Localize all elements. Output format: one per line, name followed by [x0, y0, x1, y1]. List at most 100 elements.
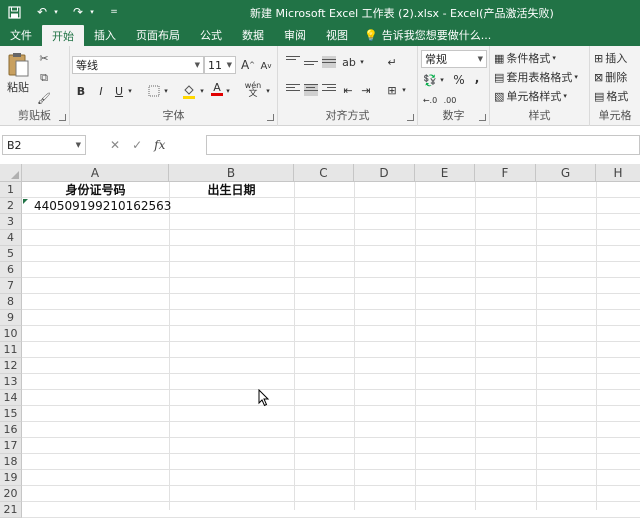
- font-name-dropdown[interactable]: 等线 ▼: [72, 56, 204, 74]
- row-header[interactable]: 4: [0, 230, 22, 246]
- comma-button[interactable]: ,: [470, 70, 484, 86]
- cell-a2[interactable]: 440509199210162563: [34, 198, 171, 214]
- column-header-b[interactable]: B: [169, 164, 294, 182]
- paste-button[interactable]: 粘贴: [4, 50, 32, 96]
- row-header[interactable]: 15: [0, 406, 22, 422]
- cell-b1[interactable]: 出生日期: [169, 182, 294, 198]
- tab-formulas[interactable]: 公式: [190, 24, 232, 46]
- cell-styles-button[interactable]: ▧ 单元格样式 ▾: [494, 88, 567, 104]
- copy-icon[interactable]: ⧉: [36, 70, 52, 86]
- bold-button[interactable]: B: [74, 82, 88, 100]
- clipboard-launcher-icon[interactable]: [59, 114, 66, 121]
- redo-dropdown-icon[interactable]: ▾: [88, 2, 96, 22]
- cell-b2[interactable]: [169, 198, 294, 214]
- row-header[interactable]: 10: [0, 326, 22, 342]
- grow-font-button[interactable]: A ^: [240, 56, 256, 74]
- row-header[interactable]: 8: [0, 294, 22, 310]
- column-header-c[interactable]: C: [294, 164, 354, 182]
- row-header[interactable]: 12: [0, 358, 22, 374]
- row-header[interactable]: 9: [0, 310, 22, 326]
- accounting-icon[interactable]: 💱: [422, 72, 438, 88]
- tab-page-layout[interactable]: 页面布局: [126, 24, 190, 46]
- orientation-icon[interactable]: ab: [340, 54, 358, 70]
- decrease-decimal-icon[interactable]: .00: [442, 92, 458, 108]
- row-header[interactable]: 13: [0, 374, 22, 390]
- decrease-indent-icon[interactable]: ⇤: [340, 82, 356, 98]
- column-header-e[interactable]: E: [415, 164, 475, 182]
- align-left-icon[interactable]: [286, 84, 300, 96]
- orientation-dropdown-icon[interactable]: ▾: [358, 54, 366, 70]
- alignment-launcher-icon[interactable]: [407, 114, 414, 121]
- cancel-icon[interactable]: ✕: [110, 138, 120, 152]
- tab-insert[interactable]: 插入: [84, 24, 126, 46]
- increase-indent-icon[interactable]: ⇥: [358, 82, 374, 98]
- underline-dropdown-icon[interactable]: ▾: [126, 82, 134, 100]
- fill-color-icon[interactable]: [180, 82, 198, 100]
- enter-icon[interactable]: ✓: [132, 138, 142, 152]
- format-painter-icon[interactable]: 🖌: [36, 90, 52, 106]
- row-header[interactable]: 11: [0, 342, 22, 358]
- row-header[interactable]: 7: [0, 278, 22, 294]
- format-as-table-button[interactable]: ▤ 套用表格格式 ▾: [494, 69, 578, 85]
- row-header[interactable]: 19: [0, 470, 22, 486]
- row-header[interactable]: 1: [0, 182, 22, 198]
- conditional-formatting-button[interactable]: ▦ 条件格式 ▾: [494, 50, 556, 66]
- middle-align-icon[interactable]: [304, 58, 318, 70]
- insert-cells-button[interactable]: ⊞ 插入: [594, 50, 627, 66]
- row-header[interactable]: 21: [0, 502, 22, 518]
- shrink-font-button[interactable]: Av: [258, 57, 274, 75]
- merge-center-icon[interactable]: ⊞: [384, 82, 400, 98]
- column-header-h[interactable]: H: [596, 164, 640, 182]
- phonetic-dropdown-icon[interactable]: ▾: [264, 82, 272, 100]
- undo-dropdown-icon[interactable]: ▾: [52, 2, 60, 22]
- align-center-icon[interactable]: [304, 84, 318, 96]
- underline-button[interactable]: U: [112, 82, 126, 100]
- row-header[interactable]: 6: [0, 262, 22, 278]
- save-icon[interactable]: [4, 2, 24, 22]
- row-header[interactable]: 14: [0, 390, 22, 406]
- font-launcher-icon[interactable]: [267, 114, 274, 121]
- align-right-icon[interactable]: [322, 84, 336, 96]
- tab-data[interactable]: 数据: [232, 24, 274, 46]
- name-box[interactable]: B2 ▼: [2, 135, 86, 155]
- select-all-button[interactable]: [0, 164, 22, 182]
- increase-decimal-icon[interactable]: ←.0: [422, 92, 438, 108]
- accounting-dropdown-icon[interactable]: ▾: [438, 72, 446, 88]
- formula-input[interactable]: [206, 135, 640, 155]
- row-header[interactable]: 17: [0, 438, 22, 454]
- cut-icon[interactable]: ✂: [36, 50, 52, 66]
- tab-file[interactable]: 文件: [0, 24, 42, 46]
- row-header[interactable]: 16: [0, 422, 22, 438]
- redo-icon[interactable]: ↷: [68, 2, 88, 22]
- customize-icon[interactable]: =: [104, 2, 124, 22]
- format-cells-button[interactable]: ▤ 格式: [594, 88, 628, 104]
- row-header[interactable]: 20: [0, 486, 22, 502]
- wrap-text-icon[interactable]: ↵: [384, 54, 400, 70]
- merge-dropdown-icon[interactable]: ▾: [400, 82, 408, 98]
- font-size-dropdown[interactable]: 11 ▼: [204, 56, 236, 74]
- row-header[interactable]: 5: [0, 246, 22, 262]
- row-header[interactable]: 2: [0, 198, 22, 214]
- row-header[interactable]: 3: [0, 214, 22, 230]
- cell-a1[interactable]: 身份证号码: [22, 182, 169, 198]
- insert-function-button[interactable]: fx: [154, 138, 165, 152]
- font-color-dropdown-icon[interactable]: ▾: [224, 82, 232, 100]
- phonetic-button[interactable]: wén 文: [242, 80, 264, 100]
- border-dropdown-icon[interactable]: ▾: [162, 82, 170, 100]
- top-align-icon[interactable]: [286, 56, 300, 68]
- undo-icon[interactable]: ↶: [32, 2, 52, 22]
- number-launcher-icon[interactable]: [479, 114, 486, 121]
- column-header-a[interactable]: A: [22, 164, 169, 182]
- tab-home[interactable]: 开始: [42, 25, 84, 46]
- tab-review[interactable]: 审阅: [274, 24, 316, 46]
- font-color-button[interactable]: A: [210, 80, 224, 98]
- column-header-g[interactable]: G: [536, 164, 596, 182]
- column-header-d[interactable]: D: [354, 164, 415, 182]
- number-format-dropdown[interactable]: 常规 ▼: [421, 50, 487, 68]
- column-header-f[interactable]: F: [475, 164, 536, 182]
- italic-button[interactable]: I: [94, 82, 108, 100]
- fill-color-dropdown-icon[interactable]: ▾: [198, 82, 206, 100]
- bottom-align-icon[interactable]: [322, 56, 336, 68]
- percent-button[interactable]: %: [452, 72, 466, 88]
- border-icon[interactable]: [146, 82, 162, 100]
